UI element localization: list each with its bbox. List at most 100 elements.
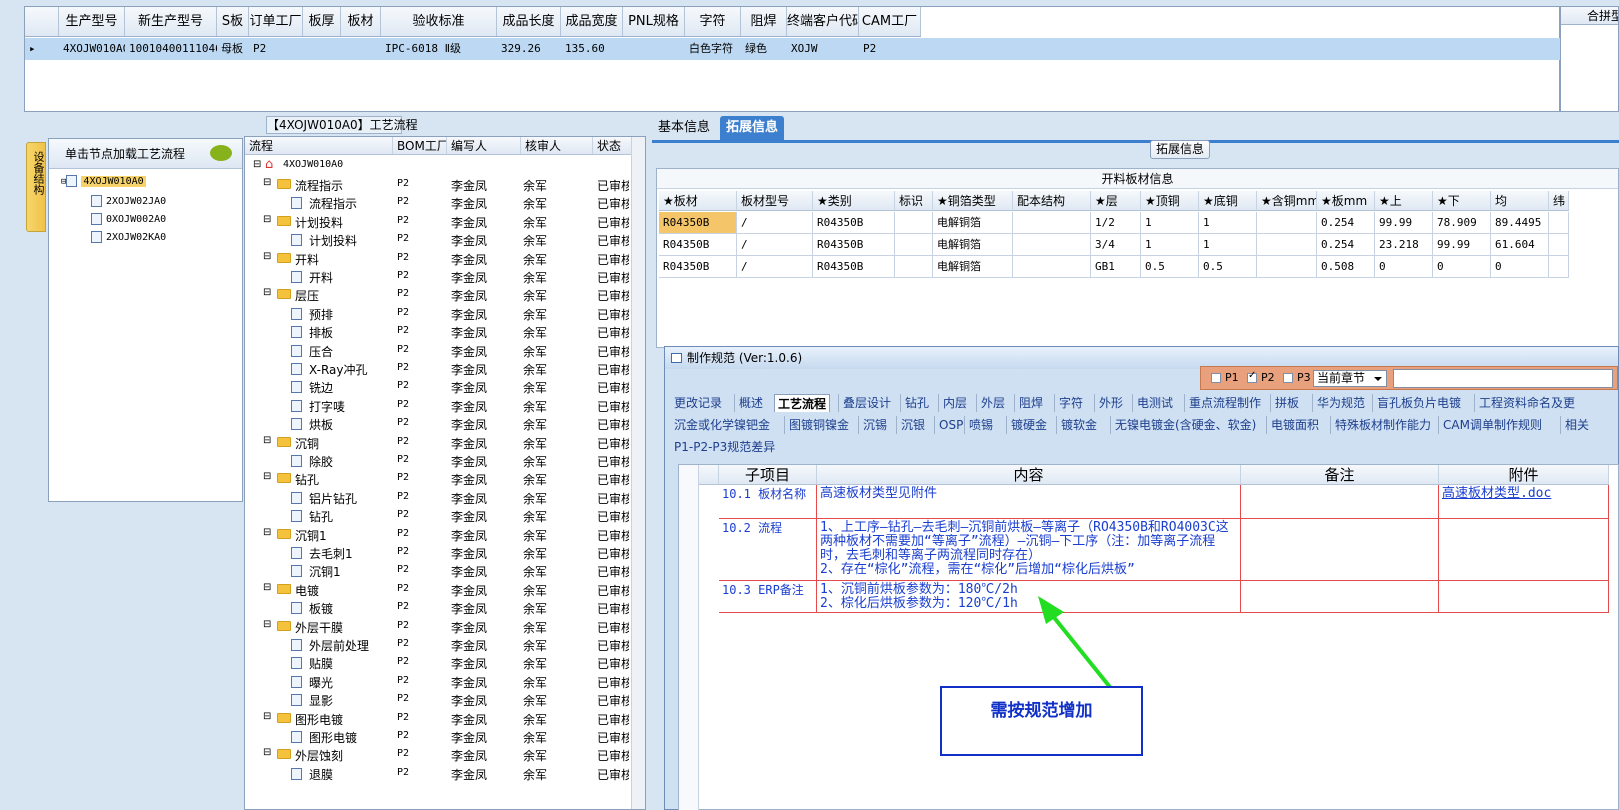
process-step-row[interactable]: 曝光 P2 李金凤 余军 已审核 bbox=[245, 672, 633, 690]
collapse-icon[interactable]: ⊟ bbox=[263, 287, 271, 298]
spec-tab[interactable]: 无镍电镀金(含硬金、软金) bbox=[1110, 416, 1256, 434]
spec-tab[interactable]: 沉金或化学镍钯金 bbox=[674, 416, 770, 434]
chapter-select[interactable]: 当前章节 bbox=[1313, 370, 1387, 387]
material-column-header[interactable]: ★铜箔类型 bbox=[933, 191, 1013, 210]
spec-tab[interactable]: 钻孔 bbox=[900, 394, 929, 412]
spec-tab[interactable]: 拼板 bbox=[1270, 394, 1299, 412]
process-step-row[interactable]: 图形电镀 P2 李金凤 余军 已审核 bbox=[245, 727, 633, 745]
column-header[interactable]: 阻焊 bbox=[741, 7, 787, 36]
process-column-header[interactable]: BOM工厂 bbox=[393, 137, 447, 154]
spec-tab[interactable]: 图镀铜镍金 bbox=[784, 416, 849, 434]
process-step-row[interactable]: 铣边 P2 李金凤 余军 已审核 bbox=[245, 377, 633, 395]
spec-column-header[interactable]: 附件 bbox=[1439, 465, 1609, 484]
spec-attach[interactable] bbox=[1439, 519, 1609, 581]
spec-row[interactable]: 10.1 板材名称 高速板材类型见附件 高速板材类型.doc bbox=[719, 485, 1609, 519]
tree-child-node[interactable]: 2XOJW02JA0 bbox=[91, 195, 166, 207]
spec-tab[interactable]: CAM调单制作规则 bbox=[1438, 416, 1542, 434]
column-header[interactable]: 生产型号 bbox=[59, 7, 125, 36]
column-header[interactable]: S板 bbox=[217, 7, 249, 36]
spec-tab[interactable]: 盲孔板负片电镀 bbox=[1372, 394, 1461, 412]
column-header[interactable]: CAM工厂 bbox=[859, 7, 921, 36]
extended-info-button[interactable]: 拓展信息 bbox=[1150, 140, 1210, 159]
spec-row[interactable]: 10.3 ERP备注 1、沉铜前烘板参数为：180℃/2h 2、棕化后烘板参数为：… bbox=[719, 581, 1609, 613]
spec-row[interactable]: 10.2 流程 1、上工序—钻孔—去毛刺—沉铜前烘板—等离子（RO4350B和RO… bbox=[719, 519, 1609, 581]
spec-tab[interactable]: 沉银 bbox=[896, 416, 925, 434]
process-group-row[interactable]: ⊟ 计划投料 P2 李金凤 余军 已审核 bbox=[245, 212, 633, 230]
column-header[interactable]: 板材 bbox=[341, 7, 381, 36]
process-step-row[interactable]: 去毛刺1 P2 李金凤 余军 已审核 bbox=[245, 543, 633, 561]
material-column-header[interactable]: 均 bbox=[1491, 191, 1549, 210]
collapse-icon[interactable]: ⊟ bbox=[263, 251, 271, 262]
process-group-row[interactable]: ⊟ 沉铜 P2 李金凤 余军 已审核 bbox=[245, 433, 633, 451]
spec-tab[interactable]: 镀硬金 bbox=[1006, 416, 1047, 434]
spec-tab[interactable]: 工艺流程 bbox=[774, 394, 831, 412]
material-column-header[interactable]: ★上 bbox=[1375, 191, 1433, 210]
process-step-row[interactable]: 除胶 P2 李金凤 余军 已审核 bbox=[245, 451, 633, 469]
collapse-icon[interactable]: ⊟ bbox=[263, 471, 271, 482]
column-header[interactable]: 验收标准 bbox=[381, 7, 497, 36]
process-step-row[interactable]: X-Ray冲孔 P2 李金凤 余军 已审核 bbox=[245, 359, 633, 377]
process-group-row[interactable]: ⊟ 外层蚀刻 P2 李金凤 余军 已审核 bbox=[245, 745, 633, 763]
spec-tab[interactable]: 更改记录 bbox=[674, 394, 722, 412]
collapse-icon[interactable]: ⊟ bbox=[263, 214, 271, 225]
spec-tab[interactable]: 工程资料命名及更 bbox=[1474, 394, 1575, 412]
material-column-header[interactable]: ★板材 bbox=[659, 191, 737, 210]
process-step-row[interactable]: 流程指示 P2 李金凤 余军 已审核 bbox=[245, 193, 633, 211]
process-step-row[interactable]: 开料 P2 李金凤 余军 已审核 bbox=[245, 267, 633, 285]
material-column-header[interactable]: 纬 bbox=[1549, 191, 1569, 210]
process-step-row[interactable]: 预排 P2 李金凤 余军 已审核 bbox=[245, 304, 633, 322]
spec-tab[interactable]: 相关 bbox=[1560, 416, 1589, 434]
process-step-row[interactable]: 打字唛 P2 李金凤 余军 已审核 bbox=[245, 396, 633, 414]
column-header[interactable]: 成品宽度 bbox=[561, 7, 623, 36]
material-column-header[interactable]: ★顶铜 bbox=[1141, 191, 1199, 210]
process-column-header[interactable]: 状态 bbox=[593, 137, 633, 154]
collapse-icon[interactable]: ⊟ bbox=[263, 177, 271, 188]
spec-tab[interactable]: 沉锡 bbox=[858, 416, 887, 434]
tree-child-node[interactable]: 2XOJW02KA0 bbox=[91, 231, 166, 243]
process-column-header[interactable]: 编写人 bbox=[447, 137, 521, 154]
spec-tab[interactable]: 叠层设计 bbox=[838, 394, 891, 412]
collapse-icon[interactable]: ⊟ bbox=[263, 435, 271, 446]
collapse-icon[interactable]: ⊟ bbox=[263, 711, 271, 722]
process-step-row[interactable]: 沉铜1 P2 李金凤 余军 已审核 bbox=[245, 561, 633, 579]
collapse-icon[interactable]: ⊟ bbox=[263, 582, 271, 593]
spec-tab[interactable]: P1-P2-P3规范差异 bbox=[674, 438, 775, 456]
process-column-header[interactable]: 核审人 bbox=[521, 137, 593, 154]
material-row[interactable]: R04350B / R04350B 电解铜箔 GB1 0.5 0.5 0.508 0 0 0 bbox=[659, 256, 1569, 278]
spec-tab[interactable]: 特殊板材制作能力 bbox=[1330, 416, 1431, 434]
spec-tab[interactable]: 电测试 bbox=[1132, 394, 1173, 412]
process-group-row[interactable]: ⊟ 外层干膜 P2 李金凤 余军 已审核 bbox=[245, 617, 633, 635]
material-column-header[interactable]: 板材型号 bbox=[737, 191, 813, 210]
spec-tab[interactable]: 电镀面积 bbox=[1266, 416, 1319, 434]
column-header[interactable]: 板厚 bbox=[303, 7, 341, 36]
column-header[interactable]: 字符 bbox=[685, 7, 741, 36]
process-step-row[interactable]: 板镀 P2 李金凤 余军 已审核 bbox=[245, 598, 633, 616]
material-column-header[interactable]: ★底铜 bbox=[1199, 191, 1257, 210]
material-column-header[interactable]: ★层 bbox=[1091, 191, 1141, 210]
spec-attach[interactable] bbox=[1439, 581, 1609, 613]
p3-checkbox[interactable] bbox=[1283, 373, 1293, 383]
process-step-row[interactable]: 铝片钻孔 P2 李金凤 余军 已审核 bbox=[245, 488, 633, 506]
tab-basic-info[interactable]: 基本信息 bbox=[652, 116, 716, 140]
collapse-icon[interactable]: ⊟ bbox=[263, 527, 271, 538]
process-step-row[interactable]: 贴膜 P2 李金凤 余军 已审核 bbox=[245, 653, 633, 671]
material-column-header[interactable]: ★下 bbox=[1433, 191, 1491, 210]
spec-tab[interactable]: 重点流程制作 bbox=[1184, 394, 1261, 412]
process-step-row[interactable]: 压合 P2 李金凤 余军 已审核 bbox=[245, 341, 633, 359]
process-group-row[interactable]: ⊟ 开料 P2 李金凤 余军 已审核 bbox=[245, 249, 633, 267]
collapse-icon[interactable]: ⊟ bbox=[263, 619, 271, 630]
spec-column-header[interactable]: 子项目 bbox=[719, 465, 817, 484]
process-group-row[interactable]: ⊟ 层压 P2 李金凤 余军 已审核 bbox=[245, 285, 633, 303]
device-structure-tab[interactable]: 设备结构 bbox=[26, 142, 46, 232]
spec-tab[interactable]: 喷锡 bbox=[964, 416, 993, 434]
spec-column-header[interactable]: 内容 bbox=[817, 465, 1241, 484]
process-scrollbar[interactable] bbox=[631, 137, 645, 809]
spec-attach[interactable]: 高速板材类型.doc bbox=[1439, 485, 1609, 519]
process-group-row[interactable]: ⊟ 钻孔 P2 李金凤 余军 已审核 bbox=[245, 469, 633, 487]
spec-tab[interactable]: 镀软金 bbox=[1056, 416, 1097, 434]
process-group-row[interactable]: ⊟ 沉铜1 P2 李金凤 余军 已审核 bbox=[245, 525, 633, 543]
tab-extended-info[interactable]: 拓展信息 bbox=[720, 116, 785, 140]
spec-column-header[interactable]: 备注 bbox=[1241, 465, 1439, 484]
spec-tab[interactable]: 外形 bbox=[1094, 394, 1123, 412]
process-group-row[interactable]: ⊟ 图形电镀 P2 李金凤 余军 已审核 bbox=[245, 709, 633, 727]
